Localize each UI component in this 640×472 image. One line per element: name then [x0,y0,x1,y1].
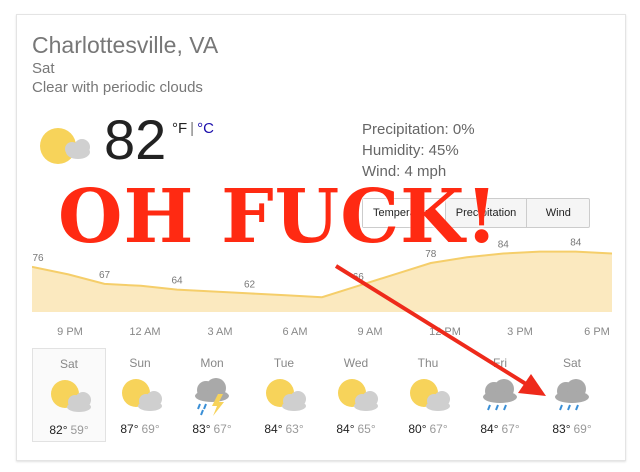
red-arrow-annotation [334,264,546,396]
